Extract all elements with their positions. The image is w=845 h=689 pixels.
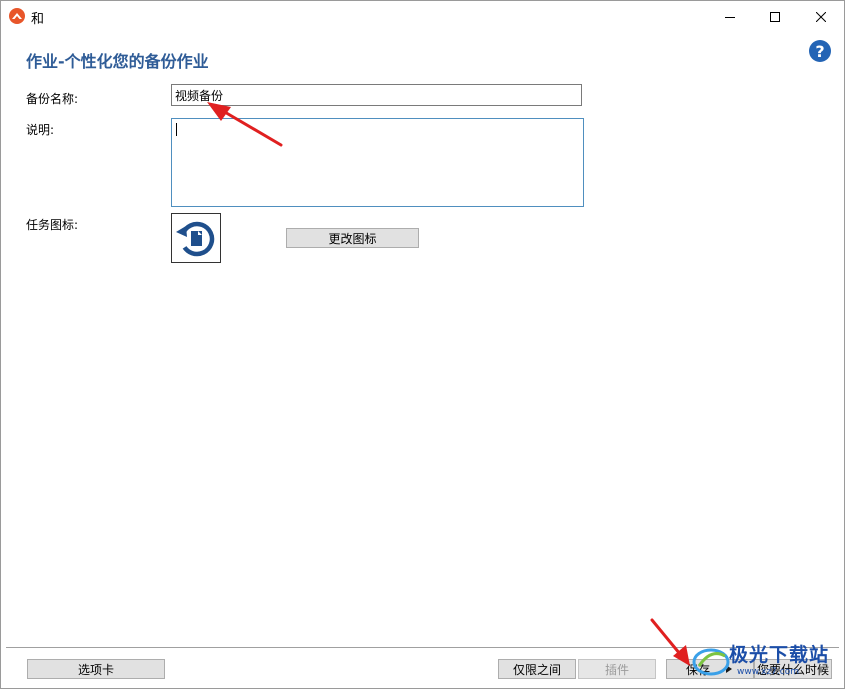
plugin-button[interactable]: 插件: [578, 659, 656, 679]
title-bar: 和: [1, 1, 844, 32]
change-icon-button[interactable]: 更改图标: [286, 228, 419, 248]
close-icon: [815, 11, 826, 22]
annotation-arrow-name-icon: [207, 102, 283, 147]
page-title: 作业-个性化您的备份作业: [26, 52, 209, 71]
annotation-arrow-save-icon: [650, 618, 690, 666]
watermark-text: 极光下载站: [729, 644, 830, 666]
maximize-icon: [769, 11, 780, 22]
only-between-button[interactable]: 仅限之间: [498, 659, 576, 679]
app-window: 和 作业-个性化您的备份作业 ? 备份名称: 视频备份 说明: 任务图标: 更改…: [0, 0, 845, 689]
text-caret: [176, 123, 177, 136]
description-label: 说明:: [26, 123, 55, 137]
minimize-button[interactable]: [707, 1, 752, 32]
app-logo-icon: [9, 8, 25, 24]
window-title: 和: [31, 12, 45, 27]
watermark: 极光下载站 www.xz7.com: [691, 636, 841, 686]
backup-name-label: 备份名称:: [26, 92, 79, 106]
maximize-button[interactable]: [752, 1, 797, 32]
tabs-button[interactable]: 选项卡: [27, 659, 165, 679]
close-button[interactable]: [798, 1, 843, 32]
watermark-url: www.xz7.com: [737, 667, 799, 677]
aurora-logo-icon: [692, 648, 730, 676]
minimize-icon: [724, 16, 735, 18]
task-icon-label: 任务图标:: [26, 218, 79, 232]
help-icon[interactable]: ?: [809, 40, 831, 62]
backup-restore-icon: [176, 221, 215, 257]
task-icon-preview[interactable]: [171, 213, 221, 263]
